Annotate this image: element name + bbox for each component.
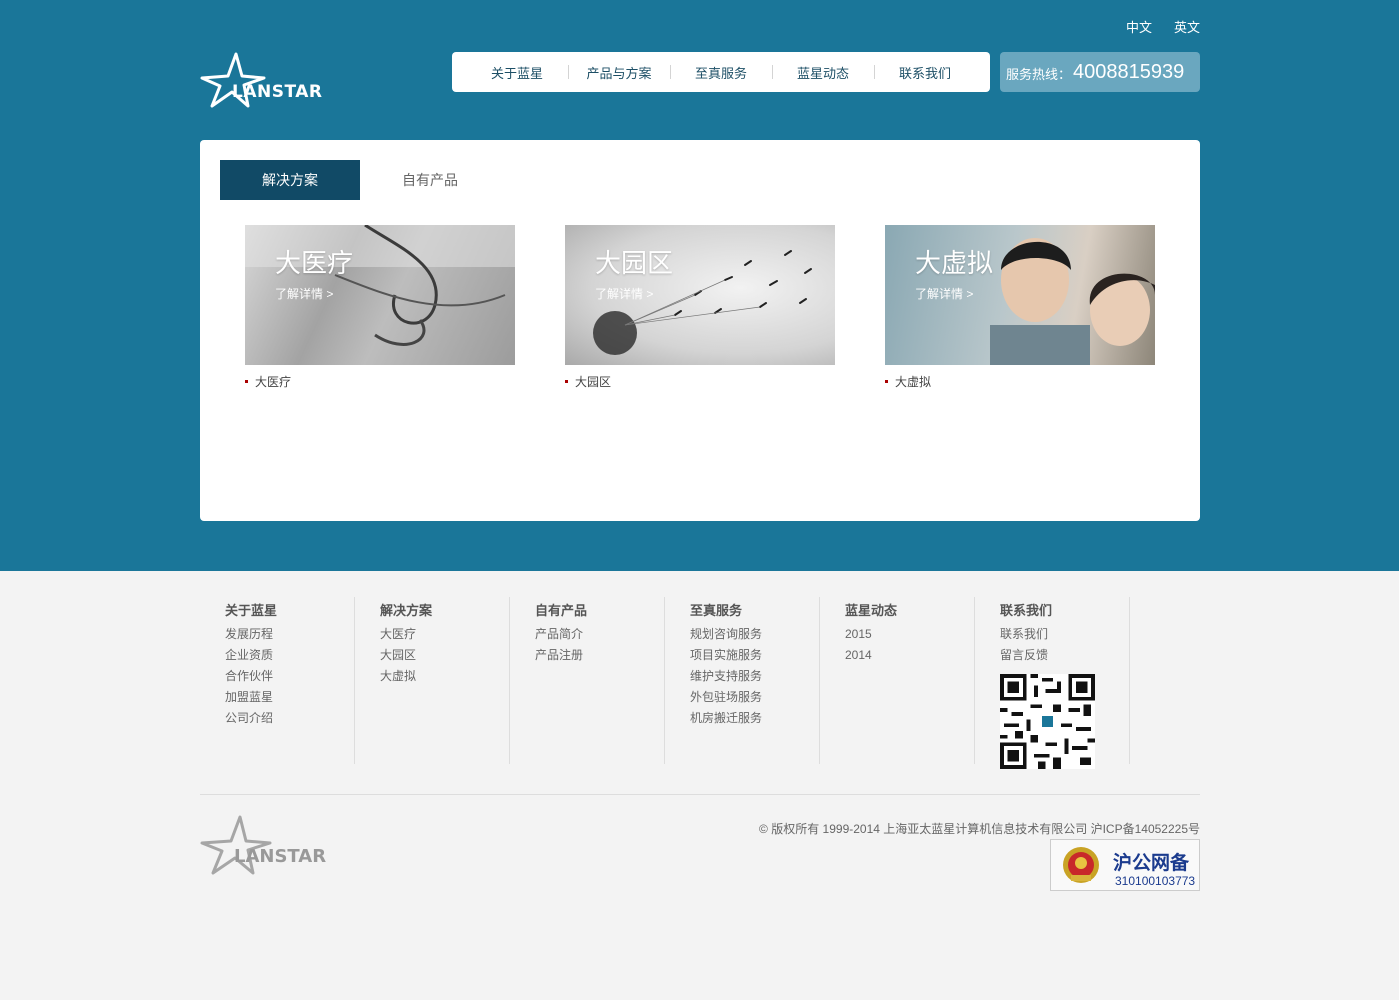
footer-col-solutions: 解决方案 大医疗 大园区 大虚拟: [355, 597, 510, 764]
panel-tabs: 解决方案 自有产品: [220, 160, 500, 200]
bullet-icon: [245, 380, 248, 383]
footer-link[interactable]: 机房搬迁服务: [690, 708, 819, 729]
footer-link[interactable]: 加盟蓝星: [225, 687, 354, 708]
wechat-qr-code-icon: [1000, 674, 1095, 769]
bullet-icon: [565, 380, 568, 383]
nav-contact[interactable]: 联系我们: [874, 63, 976, 82]
lang-english-link[interactable]: 英文: [1174, 17, 1200, 36]
logo-wordmark: LANSTAR: [232, 82, 323, 102]
footer-link[interactable]: 企业资质: [225, 645, 354, 666]
footer-link[interactable]: 2015: [845, 624, 974, 645]
medical-image[interactable]: 大医疗 了解详情 >: [245, 225, 515, 365]
bullet-icon: [885, 380, 888, 383]
nav-services[interactable]: 至真服务: [670, 63, 772, 82]
main-nav: 关于蓝星 产品与方案 至真服务 蓝星动态 联系我们: [452, 52, 990, 92]
footer-link[interactable]: 2014: [845, 645, 974, 666]
copyright-text: © 版权所有 1999-2014 上海亚太蓝星计算机信息技术有限公司 沪ICP备…: [759, 822, 1200, 836]
card-caption[interactable]: 大医疗: [245, 373, 515, 390]
tab-solutions[interactable]: 解决方案: [220, 160, 360, 200]
tab-own-products[interactable]: 自有产品: [360, 160, 500, 200]
nav-products[interactable]: 产品与方案: [568, 63, 670, 82]
solution-card-park: 大园区 了解详情 > 大园区: [565, 225, 835, 390]
footer-link[interactable]: 规划咨询服务: [690, 624, 819, 645]
footer-logo-wordmark: LANSTAR: [234, 846, 327, 867]
hotline-box: 服务热线： 4008815939: [1000, 52, 1200, 92]
lang-chinese-link[interactable]: 中文: [1126, 17, 1152, 36]
badge-title: 沪公网备: [1113, 853, 1190, 874]
footer-link[interactable]: 合作伙伴: [225, 666, 354, 687]
site-logo[interactable]: LANSTAR: [200, 52, 322, 108]
footer-logo[interactable]: LANSTAR: [200, 815, 326, 875]
footer-link[interactable]: 产品注册: [535, 645, 664, 666]
nav-news[interactable]: 蓝星动态: [772, 63, 874, 82]
footer-link[interactable]: 发展历程: [225, 624, 354, 645]
footer-col-services: 至真服务 规划咨询服务 项目实施服务 维护支持服务 外包驻场服务 机房搬迁服务: [665, 597, 820, 764]
footer-col-title: 关于蓝星: [225, 603, 278, 618]
footer-link[interactable]: 项目实施服务: [690, 645, 819, 666]
park-image[interactable]: 大园区 了解详情 >: [565, 225, 835, 365]
footer-link[interactable]: 维护支持服务: [690, 666, 819, 687]
solution-card-virtual: 大虚拟 了解详情 > 大虚拟: [885, 225, 1155, 390]
caption-text: 大园区: [575, 375, 612, 389]
police-emblem-icon: [1063, 847, 1099, 883]
card-more-link[interactable]: 了解详情 >: [595, 285, 653, 302]
footer-link[interactable]: 公司介绍: [225, 708, 354, 729]
hotline-label: 服务热线：: [1006, 67, 1072, 82]
footer-link[interactable]: 大园区: [380, 645, 509, 666]
footer-col-title: 至真服务: [690, 603, 743, 618]
footer-link[interactable]: 外包驻场服务: [690, 687, 819, 708]
footer-col-products: 自有产品 产品简介 产品注册: [510, 597, 665, 764]
footer-col-title: 蓝星动态: [845, 603, 898, 618]
card-more-link[interactable]: 了解详情 >: [915, 285, 973, 302]
nav-about[interactable]: 关于蓝星: [466, 63, 568, 82]
footer-col-contact: 联系我们 联系我们 留言反馈: [975, 597, 1130, 769]
card-more-link[interactable]: 了解详情 >: [275, 285, 333, 302]
footer-col-news: 蓝星动态 2015 2014: [820, 597, 975, 764]
police-record-badge[interactable]: 沪公网备 310100103773: [1050, 839, 1200, 891]
footer-link[interactable]: 大医疗: [380, 624, 509, 645]
footer-link[interactable]: 留言反馈: [1000, 645, 1129, 666]
language-switch: 中文 英文: [1126, 17, 1200, 36]
content-panel: 解决方案 自有产品 大医疗 了解详情 > 大医疗 大园区 了解详情 > 大园区 …: [200, 140, 1200, 521]
caption-text: 大医疗: [255, 375, 292, 389]
badge-number: 310100103773: [1115, 874, 1196, 888]
footer-col-title: 联系我们: [1000, 603, 1053, 618]
card-caption[interactable]: 大虚拟: [885, 373, 1155, 390]
footer-link[interactable]: 联系我们: [1000, 624, 1129, 645]
footer-link[interactable]: 产品简介: [535, 624, 664, 645]
card-title: 大园区: [595, 248, 674, 278]
caption-text: 大虚拟: [895, 375, 932, 389]
header-band: 中文 英文 LANSTAR 关于蓝星 产品与方案 至真服务 蓝星动态 联系我们 …: [0, 0, 1399, 571]
solution-card-medical: 大医疗 了解详情 > 大医疗: [245, 225, 515, 390]
card-title: 大医疗: [275, 248, 354, 278]
footer-col-title: 自有产品: [535, 603, 588, 618]
footer-col-about: 关于蓝星 发展历程 企业资质 合作伙伴 加盟蓝星 公司介绍: [200, 597, 355, 764]
footer-link[interactable]: 大虚拟: [380, 666, 509, 687]
virtual-image[interactable]: 大虚拟 了解详情 >: [885, 225, 1155, 365]
footer-divider: [200, 794, 1200, 795]
card-title: 大虚拟: [915, 248, 994, 278]
footer-col-title: 解决方案: [380, 603, 433, 618]
footer-columns: 关于蓝星 发展历程 企业资质 合作伙伴 加盟蓝星 公司介绍 解决方案 大医疗 大…: [200, 597, 1200, 769]
hotline-number: 4008815939: [1073, 60, 1185, 83]
card-caption[interactable]: 大园区: [565, 373, 835, 390]
